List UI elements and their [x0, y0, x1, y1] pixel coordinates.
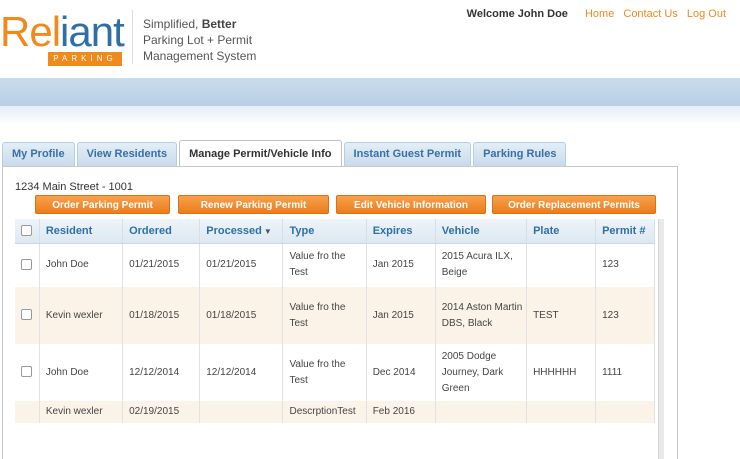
header-divider — [132, 10, 133, 64]
cell-ordered: 12/12/2014 — [122, 344, 201, 401]
table-row[interactable]: Kevin wexler 01/18/2015 01/18/2015 Value… — [15, 287, 655, 344]
permit-table: Resident Ordered Processed ▼ Type Expires… — [15, 219, 655, 423]
table-row[interactable]: Kevin wexler 02/19/2015 DescrptionTest F… — [15, 401, 655, 423]
cell-plate — [526, 401, 597, 423]
row-checkbox[interactable] — [21, 309, 32, 321]
header-band — [0, 78, 740, 106]
row-select-cell — [15, 243, 40, 287]
content-panel: 1234 Main Street - 1001 Order Parking Pe… — [2, 166, 678, 459]
tab-instant-guest-permit[interactable]: Instant Guest Permit — [343, 142, 472, 166]
order-replacement-permits-button[interactable]: Order Replacement Permits — [492, 195, 656, 214]
cell-permit: 1111 — [595, 344, 655, 401]
cell-type: Value fro the Test — [282, 243, 367, 287]
col-ordered[interactable]: Ordered — [122, 219, 201, 244]
contact-us-link[interactable]: Contact Us — [623, 8, 677, 20]
cell-processed: 01/21/2015 — [199, 243, 284, 287]
cell-vehicle — [435, 401, 528, 423]
cell-expires: Jan 2015 — [366, 243, 436, 287]
cell-resident: Kevin wexler — [39, 401, 124, 423]
cell-plate: TEST — [526, 287, 597, 344]
table-scrollbar[interactable] — [658, 219, 664, 459]
cell-expires: Feb 2016 — [366, 401, 436, 423]
cell-type: Value fro the Test — [282, 344, 367, 401]
cell-plate: HHHHHH — [526, 344, 597, 401]
select-all-checkbox[interactable] — [21, 225, 32, 237]
table-header-row: Resident Ordered Processed ▼ Type Expires… — [15, 219, 655, 244]
row-select-cell — [15, 344, 40, 401]
select-all-cell — [15, 219, 40, 244]
sort-desc-icon: ▼ — [263, 226, 272, 236]
welcome-text: Welcome John Doe — [466, 8, 568, 20]
main-tabs: My Profile View Residents Manage Permit/… — [2, 140, 568, 166]
header-band-fade — [0, 106, 740, 126]
action-buttons: Order Parking Permit Renew Parking Permi… — [35, 195, 656, 215]
edit-vehicle-information-button[interactable]: Edit Vehicle Information — [336, 195, 486, 214]
log-out-link[interactable]: Log Out — [687, 8, 726, 20]
cell-ordered: 01/18/2015 — [122, 287, 201, 344]
cell-processed — [199, 401, 284, 423]
col-vehicle[interactable]: Vehicle — [435, 219, 528, 244]
reliant-parking-logo[interactable]: Reliant PARKING — [0, 8, 130, 68]
logo-wordmark: Reliant — [0, 8, 125, 55]
cell-plate — [526, 243, 597, 287]
col-resident[interactable]: Resident — [39, 219, 124, 244]
cell-type: Value fro the Test — [282, 287, 367, 344]
row-checkbox[interactable] — [21, 259, 32, 271]
cell-expires: Dec 2014 — [366, 344, 436, 401]
cell-resident: John Doe — [39, 344, 124, 401]
renew-parking-permit-button[interactable]: Renew Parking Permit — [178, 195, 329, 214]
row-select-cell — [15, 287, 40, 344]
col-processed[interactable]: Processed ▼ — [199, 219, 284, 244]
home-link[interactable]: Home — [585, 8, 614, 20]
col-plate[interactable]: Plate — [526, 219, 597, 244]
row-checkbox[interactable] — [21, 366, 32, 378]
cell-permit: 123 — [595, 287, 655, 344]
table-row[interactable]: John Doe 12/12/2014 12/12/2014 Value fro… — [15, 344, 655, 401]
unit-address: 1234 Main Street - 1001 — [15, 181, 134, 193]
col-type[interactable]: Type — [282, 219, 367, 244]
cell-ordered: 02/19/2015 — [122, 401, 201, 423]
cell-permit — [595, 401, 655, 423]
cell-type: DescrptionTest — [282, 401, 367, 423]
cell-resident: Kevin wexler — [39, 287, 124, 344]
cell-vehicle: 2005 Dodge Journey, Dark Green — [435, 344, 528, 401]
cell-expires: Jan 2015 — [366, 287, 436, 344]
col-expires[interactable]: Expires — [366, 219, 436, 244]
cell-resident: John Doe — [39, 243, 124, 287]
cell-processed: 01/18/2015 — [199, 287, 284, 344]
cell-permit: 123 — [595, 243, 655, 287]
top-nav: Welcome John Doe Home Contact Us Log Out — [467, 8, 726, 20]
tab-parking-rules[interactable]: Parking Rules — [473, 142, 567, 166]
tab-my-profile[interactable]: My Profile — [2, 142, 75, 166]
row-select-cell — [15, 401, 40, 423]
cell-vehicle: 2015 Acura ILX, Beige — [435, 243, 528, 287]
cell-processed: 12/12/2014 — [199, 344, 284, 401]
logo-parking-label: PARKING — [48, 52, 122, 66]
order-parking-permit-button[interactable]: Order Parking Permit — [35, 195, 170, 214]
cell-ordered: 01/21/2015 — [122, 243, 201, 287]
table-row[interactable]: John Doe 01/21/2015 01/21/2015 Value fro… — [15, 243, 655, 287]
tagline: Simplified, Better Parking Lot + Permit … — [143, 17, 257, 63]
col-permit-number[interactable]: Permit # — [595, 219, 655, 244]
tab-manage-permit-vehicle-info[interactable]: Manage Permit/Vehicle Info — [179, 140, 342, 166]
tab-view-residents[interactable]: View Residents — [76, 142, 178, 166]
cell-vehicle: 2014 Aston Martin DBS, Black — [435, 287, 528, 344]
header: Reliant PARKING Simplified, Better Parki… — [0, 0, 740, 78]
